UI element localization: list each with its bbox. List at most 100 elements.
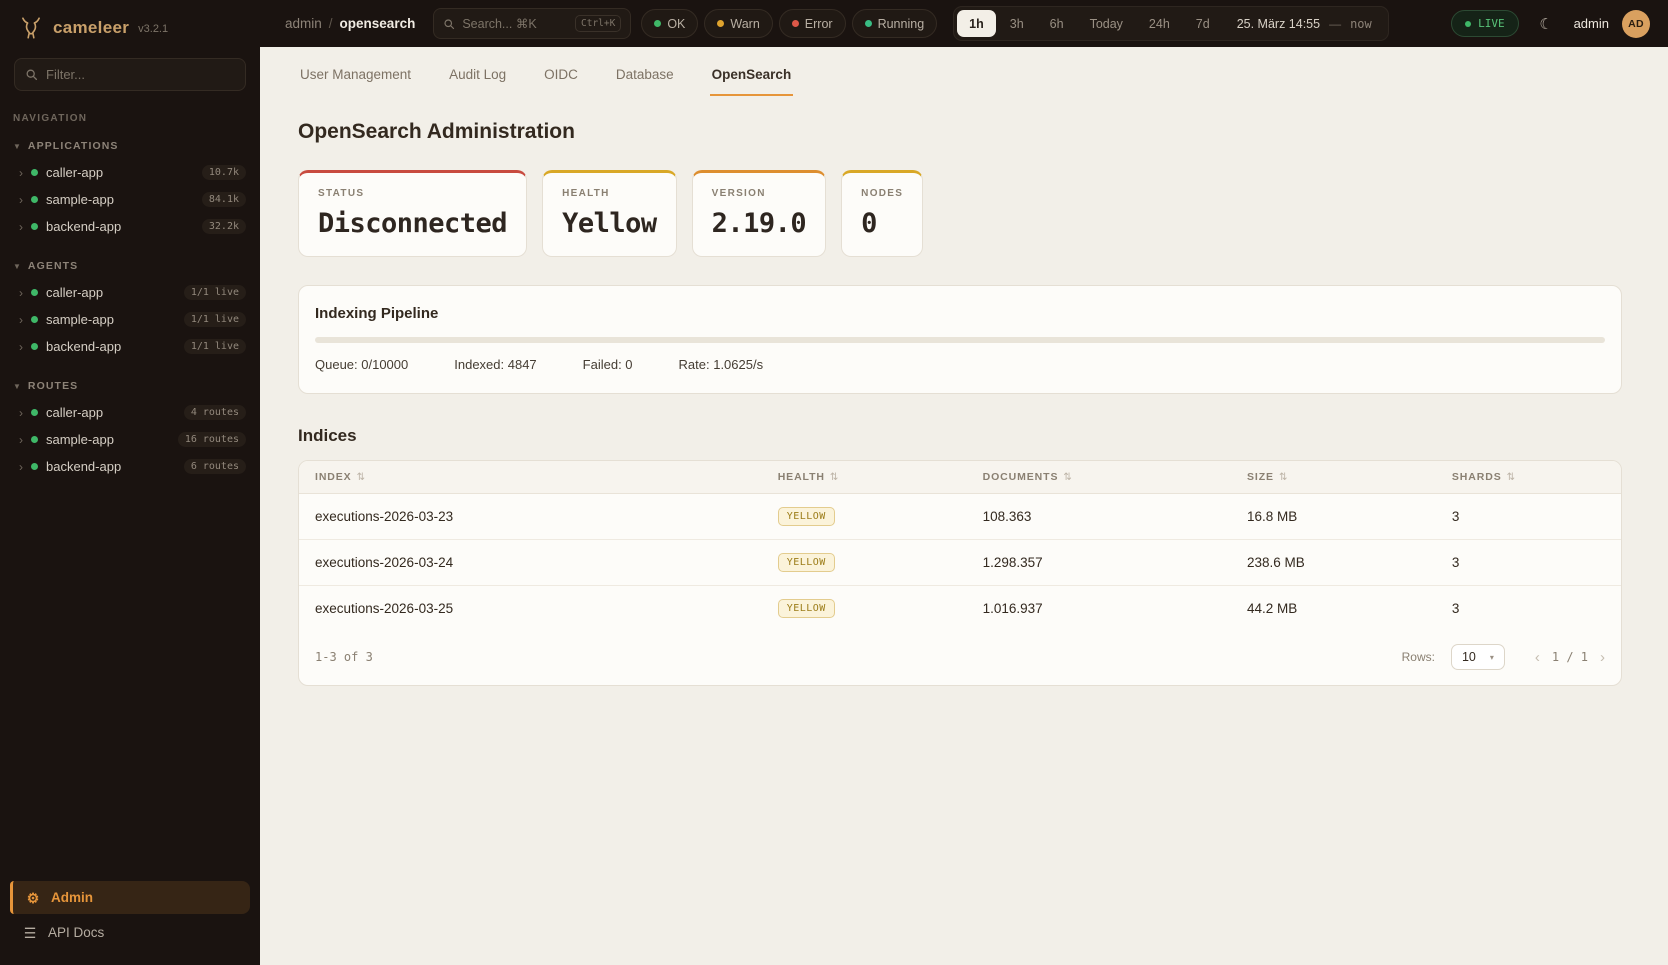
theme-toggle-button[interactable]: ☾ xyxy=(1532,9,1561,38)
time-range-display[interactable]: 25. März 14:55 — now xyxy=(1224,17,1385,31)
sort-icon: ⇅ xyxy=(1063,472,1072,483)
live-indicator[interactable]: LIVE xyxy=(1451,10,1519,37)
column-header-health[interactable]: HEALTH⇅ xyxy=(762,461,967,494)
time-range-7d[interactable]: 7d xyxy=(1184,10,1222,37)
range-end: now xyxy=(1350,17,1372,31)
chevron-right-icon: › xyxy=(19,194,23,206)
table-row[interactable]: executions-2026-03-24 YELLOW 1.298.357 2… xyxy=(299,540,1621,586)
table-row[interactable]: executions-2026-03-25 YELLOW 1.016.937 4… xyxy=(299,586,1621,632)
table-header-row: INDEX⇅ HEALTH⇅ DOCUMENTS⇅ SIZE⇅ SHARDS⇅ xyxy=(299,461,1621,494)
pipeline-stats: Queue: 0/10000 Indexed: 4847 Failed: 0 R… xyxy=(315,357,1605,372)
cell-size: 44.2 MB xyxy=(1231,586,1436,632)
stat-cards: STATUS Disconnected HEALTH Yellow VERSIO… xyxy=(298,170,1622,257)
cell-index: executions-2026-03-24 xyxy=(299,540,762,586)
rows-per-page-label: Rows: xyxy=(1402,650,1435,664)
nav-group-routes: ▼ ROUTES › caller-app 4 routes › sample-… xyxy=(0,374,260,480)
chevron-down-icon: ▾ xyxy=(1490,653,1494,662)
running-status-dot xyxy=(865,20,872,27)
search-icon xyxy=(25,68,38,81)
time-range-today[interactable]: Today xyxy=(1078,10,1135,37)
table-row[interactable]: executions-2026-03-23 YELLOW 108.363 16.… xyxy=(299,494,1621,540)
group-label: APPLICATIONS xyxy=(28,140,119,152)
group-header-applications[interactable]: ▼ APPLICATIONS xyxy=(0,134,260,159)
previous-page-button[interactable]: ‹ xyxy=(1535,650,1540,665)
main-content: User Management Audit Log OIDC Database … xyxy=(260,47,1668,965)
status-dot xyxy=(31,436,38,443)
admin-label: Admin xyxy=(51,890,93,905)
item-label: backend-app xyxy=(46,219,194,234)
range-start: 25. März 14:55 xyxy=(1237,17,1320,31)
status-dot xyxy=(31,463,38,470)
sidebar-item-agents-caller-app[interactable]: › caller-app 1/1 live xyxy=(0,279,260,306)
group-header-routes[interactable]: ▼ ROUTES xyxy=(0,374,260,399)
sort-icon: ⇅ xyxy=(1507,472,1516,483)
brand-version: v3.2.1 xyxy=(138,23,168,35)
item-label: sample-app xyxy=(46,432,170,447)
filter-chip-running[interactable]: Running xyxy=(852,9,938,38)
sidebar-item-routes-backend-app[interactable]: › backend-app 6 routes xyxy=(0,453,260,480)
breadcrumb-parent[interactable]: admin xyxy=(285,16,322,31)
row-range-text: 1-3 of 3 xyxy=(315,650,373,664)
sidebar-item-routes-caller-app[interactable]: › caller-app 4 routes xyxy=(0,399,260,426)
column-header-shards[interactable]: SHARDS⇅ xyxy=(1436,461,1621,494)
tab-oidc[interactable]: OIDC xyxy=(542,61,580,96)
status-dot xyxy=(31,169,38,176)
sort-icon: ⇅ xyxy=(830,472,839,483)
time-range-3h[interactable]: 3h xyxy=(998,10,1036,37)
item-badge: 1/1 live xyxy=(184,339,246,354)
filter-input[interactable] xyxy=(46,67,235,82)
sidebar-item-api-docs[interactable]: ☰ API Docs xyxy=(10,916,250,949)
time-range-24h[interactable]: 24h xyxy=(1137,10,1182,37)
group-header-agents[interactable]: ▼ AGENTS xyxy=(0,254,260,279)
sidebar-footer: ⚙ Admin ☰ API Docs xyxy=(0,871,260,965)
indices-title: Indices xyxy=(298,426,1622,446)
tab-database[interactable]: Database xyxy=(614,61,676,96)
time-range-1h[interactable]: 1h xyxy=(957,10,996,37)
sidebar-item-admin[interactable]: ⚙ Admin xyxy=(10,881,250,914)
sidebar-item-applications-caller-app[interactable]: › caller-app 10.7k xyxy=(0,159,260,186)
rows-per-page-select[interactable]: 10 ▾ xyxy=(1451,644,1505,670)
indexing-pipeline-card: Indexing Pipeline Queue: 0/10000 Indexed… xyxy=(298,285,1622,394)
avatar[interactable]: AD xyxy=(1622,10,1650,38)
column-header-documents[interactable]: DOCUMENTS⇅ xyxy=(967,461,1231,494)
chevron-right-icon: › xyxy=(19,167,23,179)
filter-chip-warn[interactable]: Warn xyxy=(704,9,772,38)
chevron-right-icon: › xyxy=(19,434,23,446)
right-column: admin / opensearch Search... ⌘K Ctrl+K O… xyxy=(260,0,1668,965)
search-icon xyxy=(443,18,455,30)
column-header-index[interactable]: INDEX⇅ xyxy=(299,461,762,494)
ok-status-dot xyxy=(654,20,661,27)
column-header-size[interactable]: SIZE⇅ xyxy=(1231,461,1436,494)
cell-index: executions-2026-03-25 xyxy=(299,586,762,632)
brand-name: cameleer xyxy=(53,18,129,38)
next-page-button[interactable]: › xyxy=(1600,650,1605,665)
indices-table-card: INDEX⇅ HEALTH⇅ DOCUMENTS⇅ SIZE⇅ SHARDS⇅ … xyxy=(298,460,1622,686)
stat-value-nodes: 0 xyxy=(861,208,903,239)
range-separator: — xyxy=(1329,17,1341,31)
sidebar-item-agents-backend-app[interactable]: › backend-app 1/1 live xyxy=(0,333,260,360)
stat-value-status: Disconnected xyxy=(318,208,507,239)
filter-chip-error[interactable]: Error xyxy=(779,9,846,38)
time-range-6h[interactable]: 6h xyxy=(1038,10,1076,37)
logo[interactable]: cameleer v3.2.1 xyxy=(0,0,260,54)
chevron-right-icon: › xyxy=(19,314,23,326)
tab-opensearch[interactable]: OpenSearch xyxy=(710,61,794,96)
tab-user-management[interactable]: User Management xyxy=(298,61,413,96)
error-status-dot xyxy=(792,20,799,27)
item-label: backend-app xyxy=(46,459,176,474)
sidebar-item-applications-sample-app[interactable]: › sample-app 84.1k xyxy=(0,186,260,213)
sidebar-item-applications-backend-app[interactable]: › backend-app 32.2k xyxy=(0,213,260,240)
status-filter-chips: OK Warn Error Running xyxy=(641,9,937,38)
item-badge: 10.7k xyxy=(202,165,246,180)
filter-chip-ok[interactable]: OK xyxy=(641,9,698,38)
item-badge: 1/1 live xyxy=(184,312,246,327)
list-icon: ☰ xyxy=(22,926,38,940)
global-search-input[interactable]: Search... ⌘K Ctrl+K xyxy=(433,8,631,39)
chevron-right-icon: › xyxy=(19,407,23,419)
sidebar-item-routes-sample-app[interactable]: › sample-app 16 routes xyxy=(0,426,260,453)
sidebar-item-agents-sample-app[interactable]: › sample-app 1/1 live xyxy=(0,306,260,333)
stat-label: VERSION xyxy=(712,188,807,199)
cell-size: 238.6 MB xyxy=(1231,540,1436,586)
cell-documents: 1.016.937 xyxy=(967,586,1231,632)
tab-audit-log[interactable]: Audit Log xyxy=(447,61,508,96)
